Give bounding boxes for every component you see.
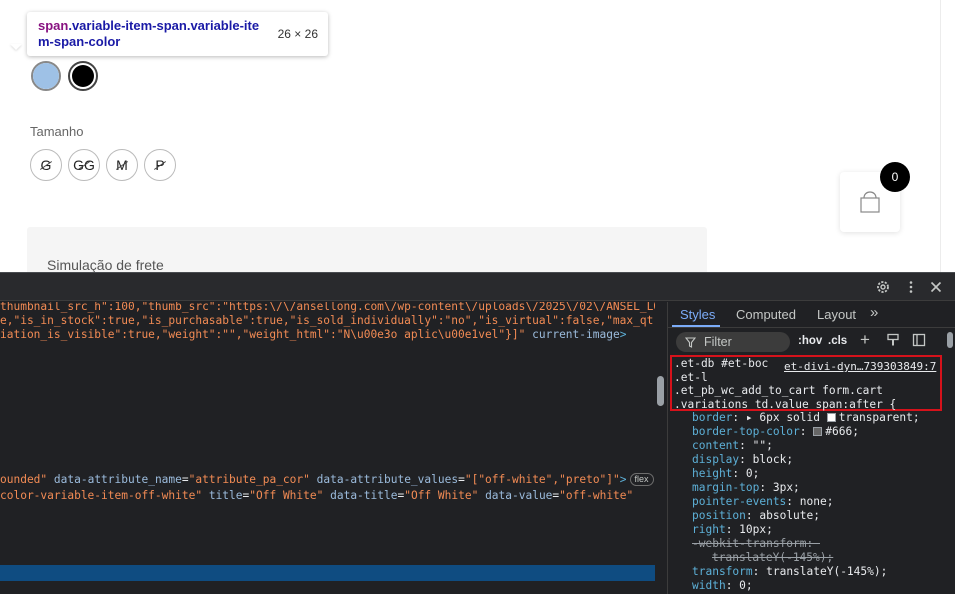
elements-scrollbar[interactable] (657, 376, 664, 406)
tooltip-classes: .variable-item-span.variable-item-span-c… (38, 18, 260, 49)
declaration-transform[interactable]: transform: translateY(-145%); (692, 565, 887, 578)
dom-line[interactable]: iation_is_visible":true,"weight":"","wei… (0, 328, 626, 342)
shipping-simulator: Simulação de frete (27, 227, 707, 272)
selector-line: .variations td.value span:after { (674, 397, 897, 411)
selector-line: .et-l (674, 370, 708, 384)
elements-tree[interactable]: thumbnail_src_h":100,"thumb_src":"https:… (0, 302, 655, 594)
declaration-webkit-transform[interactable]: -webkit-transform: (692, 537, 820, 550)
add-rule-button[interactable]: + (860, 330, 870, 350)
filter-placeholder: Filter (704, 335, 732, 349)
toggle-sidebar-icon[interactable] (912, 333, 926, 350)
size-option-m[interactable]: M (106, 149, 138, 181)
tooltip-element-name: span.variable-item-span.variable-item-sp… (38, 18, 268, 50)
tab-computed[interactable]: Computed (736, 307, 796, 322)
page-edge (940, 0, 941, 272)
selected-dom-row[interactable] (0, 565, 655, 581)
selector-line: .et-db #et-boc (674, 357, 769, 370)
cart-count-badge: 0 (880, 162, 910, 192)
declaration-content[interactable]: content: ""; (692, 439, 773, 452)
color-swatch-off-white[interactable] (31, 61, 61, 91)
tooltip-size: 26 × 26 (277, 27, 318, 41)
devtools-panel: thumbnail_src_h":100,"thumb_src":"https:… (0, 272, 955, 594)
declaration-position[interactable]: position: absolute; (692, 509, 820, 522)
declaration-display[interactable]: display: block; (692, 453, 793, 466)
gear-icon[interactable] (874, 278, 892, 296)
kebab-menu-icon[interactable] (902, 278, 920, 296)
declaration-margin-top[interactable]: margin-top: 3px; (692, 481, 800, 494)
dom-line[interactable]: thumbnail_src_h":100,"thumb_src":"https:… (0, 302, 655, 314)
element-inspect-tooltip: span.variable-item-span.variable-item-sp… (27, 12, 328, 56)
color-swatch-icon[interactable] (826, 413, 836, 422)
devtools-topbar (0, 273, 955, 301)
filter-input[interactable]: Filter (676, 332, 790, 352)
declaration-webkit-transform-value[interactable]: translateY(-145%); (712, 551, 833, 564)
shipping-label: Simulação de frete (47, 257, 164, 272)
dom-line[interactable]: color-variable-item-off-white" title="Of… (0, 489, 633, 503)
close-icon[interactable] (927, 278, 945, 296)
paint-icon[interactable] (886, 333, 900, 350)
more-tabs-icon[interactable]: » (870, 304, 878, 321)
size-option-gg[interactable]: GG (68, 149, 100, 181)
size-label: Tamanho (30, 124, 84, 139)
size-option-p[interactable]: P (144, 149, 176, 181)
declaration-border-top-color[interactable]: border-top-color: #666; (692, 425, 859, 438)
tab-layout[interactable]: Layout (817, 307, 856, 322)
color-swatch-icon[interactable] (813, 427, 823, 436)
declaration-height[interactable]: height: 0; (692, 467, 759, 480)
tab-styles[interactable]: Styles (680, 307, 715, 322)
filter-icon (685, 337, 696, 348)
stylesheet-source-link[interactable]: et-divi-dyn…739303849:7 (784, 360, 936, 373)
swatch-fill (72, 65, 94, 87)
color-swatch-preto[interactable] (68, 61, 98, 91)
tooltip-arrow (10, 44, 22, 50)
dom-line[interactable]: e,"is_in_stock":true,"is_purchasable":tr… (0, 314, 653, 328)
size-option-g[interactable]: G (30, 149, 62, 181)
styles-sidebar: Styles Computed Layout » Filter :hov .cl… (668, 302, 955, 594)
declaration-border[interactable]: border: ▸ 6px solid transparent; (692, 411, 920, 424)
swatch-fill (33, 63, 59, 89)
declaration-right[interactable]: right: 10px; (692, 523, 773, 536)
cls-toggle[interactable]: .cls (828, 335, 847, 347)
styles-scrollbar[interactable] (947, 332, 953, 348)
flex-badge[interactable]: flex (629, 473, 654, 486)
dom-line[interactable]: ounded" data-attribute_name="attribute_p… (0, 473, 654, 487)
active-tab-indicator (672, 325, 720, 327)
tooltip-tag: span (38, 18, 69, 33)
sidebar-tabs: Styles Computed Layout » (668, 302, 955, 328)
selector-line: .et_pb_wc_add_to_cart form.cart (674, 384, 883, 398)
declaration-width[interactable]: width: 0; (692, 579, 753, 592)
styles-toolbar: Filter :hov .cls + (668, 329, 955, 355)
hov-toggle[interactable]: :hov (798, 335, 822, 347)
declaration-pointer-events[interactable]: pointer-events: none; (692, 495, 833, 508)
product-page: span.variable-item-span.variable-item-sp… (0, 0, 955, 272)
